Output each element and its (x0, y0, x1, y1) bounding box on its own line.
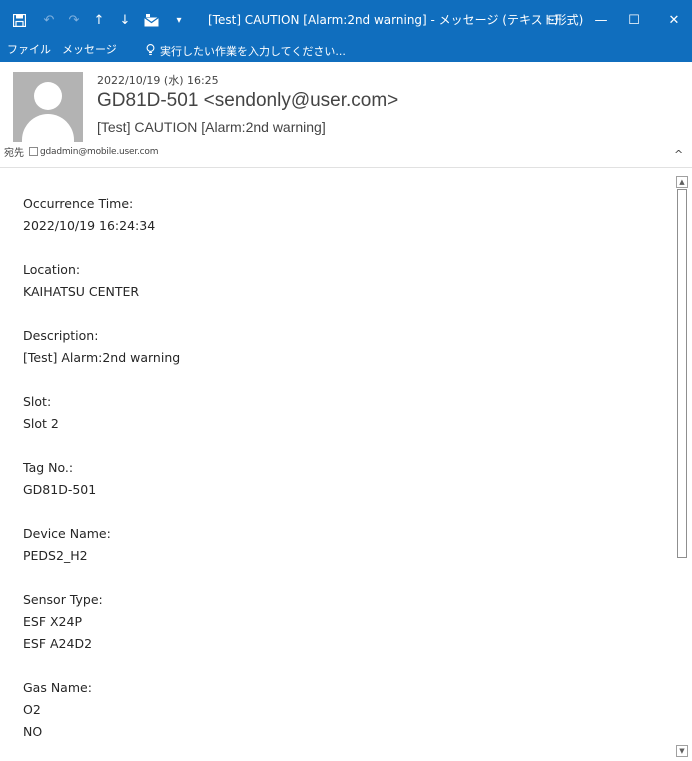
arrow-down-icon[interactable]: ↓ (114, 9, 136, 31)
minimize-button[interactable]: — (583, 0, 619, 40)
message-text: Occurrence Time: 2022/10/19 16:24:34 Loc… (23, 193, 663, 743)
slot-value: Slot 2 (23, 416, 59, 431)
recipient-presence-icon (29, 147, 38, 156)
to-label: 宛先 (4, 148, 24, 159)
sent-date: 2022/10/19 (水) 16:25 (97, 74, 219, 87)
recipient-address[interactable]: gdadmin@mobile.user.com (40, 147, 159, 157)
avatar-head-shape (34, 82, 62, 110)
gas-name-label: Gas Name: (23, 680, 92, 695)
occurrence-time-value: 2022/10/19 16:24:34 (23, 218, 156, 233)
slot-label: Slot: (23, 394, 52, 409)
gas-name-value: NO (23, 724, 43, 739)
sensor-type-label: Sensor Type: (23, 592, 103, 607)
tab-file[interactable]: ファイル (7, 40, 51, 62)
window-title: [Test] CAUTION [Alarm:2nd warning] - メッセ… (208, 13, 584, 27)
subject: [Test] CAUTION [Alarm:2nd warning] (97, 119, 326, 135)
quick-access-toolbar: ↶ ↷ ↑ ↓ ▾ (8, 5, 190, 35)
avatar-body-shape (22, 114, 74, 142)
scroll-up-arrow-icon[interactable]: ▲ (676, 176, 688, 188)
sensor-type-value: ESF A24D2 (23, 636, 93, 651)
avatar (13, 72, 83, 142)
location-label: Location: (23, 262, 81, 277)
collapse-header-button[interactable]: ^ (674, 148, 683, 161)
customize-qat-icon[interactable]: ▾ (168, 9, 190, 31)
tell-me-text: 実行したい作業を入力してください... (160, 45, 346, 58)
lightbulb-icon (146, 43, 155, 59)
message-body: Occurrence Time: 2022/10/19 16:24:34 Loc… (0, 168, 692, 761)
sender[interactable]: GD81D-501 <sendonly@user.com> (97, 90, 398, 112)
scrollbar-thumb[interactable] (677, 189, 687, 558)
device-name-label: Device Name: (23, 526, 111, 541)
tell-me-box[interactable]: 実行したい作業を入力してください... (146, 40, 346, 62)
undo-icon[interactable]: ↶ (38, 9, 60, 31)
title-bar: ↶ ↷ ↑ ↓ ▾ [Test] CAUTION [Alarm:2nd warn… (0, 0, 692, 40)
description-value: [Test] Alarm:2nd warning (23, 350, 181, 365)
vertical-scrollbar[interactable]: ▲ ▼ (676, 176, 688, 757)
scroll-down-arrow-icon[interactable]: ▼ (676, 745, 688, 757)
arrow-up-icon[interactable]: ↑ (88, 9, 110, 31)
ribbon-display-options-button[interactable]: ⊡ (535, 0, 571, 40)
tag-no-value: GD81D-501 (23, 482, 97, 497)
device-name-value: PEDS2_H2 (23, 548, 88, 563)
ribbon-tabs: ファイル メッセージ 実行したい作業を入力してください... (0, 40, 692, 62)
location-value: KAIHATSU CENTER (23, 284, 140, 299)
tab-message[interactable]: メッセージ (62, 40, 117, 62)
close-button[interactable]: ✕ (656, 0, 692, 40)
redo-icon[interactable]: ↷ (63, 9, 85, 31)
message-header: 2022/10/19 (水) 16:25 GD81D-501 <sendonly… (0, 62, 692, 168)
save-icon[interactable] (8, 9, 30, 31)
sensor-type-value: ESF X24P (23, 614, 83, 629)
tag-no-label: Tag No.: (23, 460, 74, 475)
description-label: Description: (23, 328, 99, 343)
maximize-button[interactable]: ☐ (616, 0, 652, 40)
gas-name-value: O2 (23, 702, 41, 717)
occurrence-time-label: Occurrence Time: (23, 196, 134, 211)
envelope-icon[interactable] (140, 9, 162, 31)
recipients-row: 宛先 gdadmin@mobile.user.com (4, 144, 159, 160)
